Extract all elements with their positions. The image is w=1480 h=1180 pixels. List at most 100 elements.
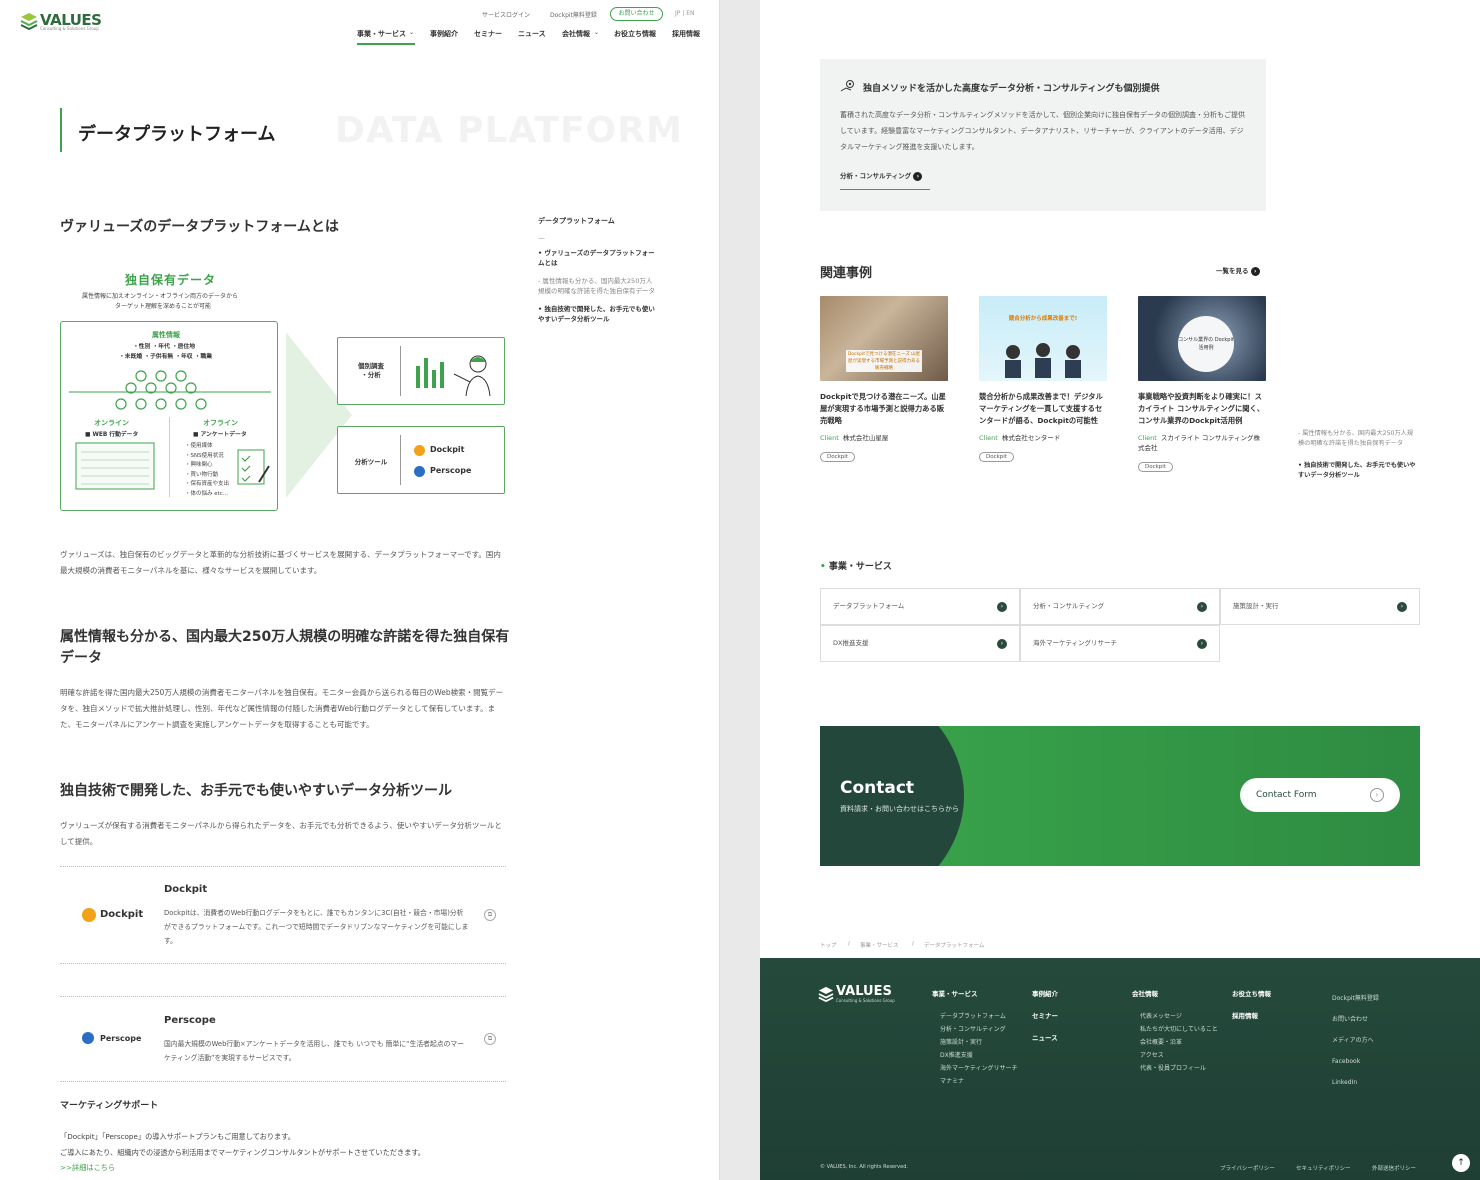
tool-logo-text: Dockpit — [100, 909, 144, 920]
service-link[interactable]: 海外マーケティングリサーチ › — [1020, 625, 1220, 662]
service-link[interactable]: データプラットフォーム › — [820, 588, 1020, 625]
footer-heading[interactable]: 採用情報 — [1232, 1010, 1271, 1020]
tool-description: 国内最大規模のWeb行動×アンケートデータを活用し、誰でも いつでも 簡単に“生… — [164, 1040, 464, 1062]
nav-item-recruit[interactable]: 採用情報 — [672, 29, 700, 39]
arrow-right-icon: › — [1250, 266, 1260, 276]
external-link-icon[interactable]: ⧉ — [484, 909, 496, 921]
data-box: 属性情報 ・性別 ・年代 ・居住地 ・未既婚 ・子供有無 ・年収 ・職業 オンラ… — [60, 321, 278, 511]
footer-link[interactable]: 代表・役員プロフィール — [1140, 1062, 1218, 1075]
tool-label: Perscope — [430, 466, 472, 475]
footer-link[interactable]: Dockpit無料登録 — [1332, 988, 1379, 1009]
footer-heading[interactable]: 会社情報 — [1132, 988, 1218, 998]
dockpit-register-link[interactable]: Dockpit無料登録 — [550, 10, 597, 19]
back-to-top-button[interactable]: ↑ — [1452, 1154, 1470, 1172]
clipboard-icon — [237, 449, 270, 485]
data-diagram: 独自保有データ 属性情報に加えオンライン・オフライン両方のデータから ターゲット… — [60, 268, 510, 518]
service-link[interactable]: 分析・コンサルティング › — [1020, 588, 1220, 625]
header-contact-button[interactable]: お問い合わせ — [610, 7, 663, 21]
service-link[interactable]: 施策設計・実行 › — [1220, 588, 1420, 625]
footer-logo-text[interactable]: VALUES — [836, 984, 892, 999]
footer-heading[interactable]: ニュース — [1032, 1032, 1058, 1042]
tool-row-dockpit[interactable]: Dockpit Dockpit Dockpitは、消費者のWeb行動ログデータを… — [60, 866, 506, 964]
tool-name: Perscope — [164, 1015, 216, 1026]
nav-item-seminar[interactable]: セミナー — [474, 29, 502, 39]
perscope-logo-icon — [414, 466, 425, 477]
footer-link[interactable]: メディアの方へ — [1332, 1030, 1379, 1051]
footer-link[interactable]: Facebook — [1332, 1051, 1379, 1072]
nav-item-resources[interactable]: お役立ち情報 — [614, 29, 656, 39]
box-label: 分析ツール — [354, 458, 388, 466]
service-login-link[interactable]: サービスログイン — [482, 10, 530, 19]
language-switch[interactable]: JP | EN — [675, 10, 695, 17]
footer-link[interactable]: DX推進支援 — [940, 1049, 1018, 1062]
nav-item-cases[interactable]: 事例紹介 — [430, 29, 458, 39]
support-detail-link[interactable]: >>詳細はこちら — [60, 1163, 115, 1173]
online-item: ■ WEB 行動データ — [85, 432, 139, 438]
consulting-heading: 独自メソッドを活かした高度なデータ分析・コンサルティングも個別提供 — [863, 84, 1160, 94]
contact-form-button[interactable]: Contact Form › — [1240, 778, 1400, 812]
case-card[interactable]: Dockpitで見つける潜在ニーズ 山星屋が実現する市場予測と説得力ある販売戦略… — [820, 296, 948, 462]
nav-item-company[interactable]: 会社情報 — [562, 29, 590, 39]
breadcrumb-home[interactable]: トップ — [820, 941, 837, 949]
attribute-line: ・性別 ・年代 ・居住地 — [133, 344, 196, 350]
breadcrumb-separator: / — [912, 941, 914, 947]
footer-link[interactable]: 海外マーケティングリサーチ — [940, 1062, 1018, 1075]
page-bottom-section: 独自メソッドを活かした高度なデータ分析・コンサルティングも個別提供 蓄積された高… — [760, 0, 1480, 1180]
footer-col-cases: 事例紹介 セミナー ニュース — [1032, 988, 1058, 1054]
nav-active-underline — [357, 43, 415, 45]
arrow-right-icon: › — [997, 602, 1007, 612]
values-logo-icon[interactable] — [818, 986, 834, 1002]
service-link[interactable]: DX推進支援 › — [820, 625, 1020, 662]
cases-more-link[interactable]: 一覧を見る › — [1216, 265, 1260, 276]
tool-row-perscope[interactable]: Perscope Perscope 国内最大規模のWeb行動×アンケートデータを… — [60, 996, 506, 1082]
gear-hand-icon — [840, 80, 854, 92]
footer-link[interactable]: 分析・コンサルティング — [940, 1023, 1018, 1036]
attribute-title: 属性情報 — [152, 331, 180, 339]
breadcrumb-services[interactable]: 事業・サービス — [860, 941, 899, 949]
case-tag[interactable]: Dockpit — [820, 452, 855, 462]
nav-item-news[interactable]: ニュース — [518, 29, 546, 39]
footer-link[interactable]: LinkedIn — [1332, 1072, 1379, 1093]
footer-link[interactable]: お問い合わせ — [1332, 1009, 1379, 1030]
toc-item[interactable]: • 独自技術で開発した、お手元でも使いやすいデータ分析ツール — [1298, 461, 1418, 481]
chevron-down-icon: ⌄ — [409, 29, 415, 36]
page-top-section: VALUES Consulting & Solutions Group サービス… — [0, 0, 720, 1180]
footer-link[interactable]: データプラットフォーム — [940, 1010, 1018, 1023]
footer-link[interactable]: マナミナ — [940, 1075, 1018, 1088]
case-tag[interactable]: Dockpit — [979, 452, 1014, 462]
footer-heading[interactable]: 事例紹介 — [1032, 988, 1058, 998]
consulting-link[interactable]: 分析・コンサルティング › — [840, 170, 930, 190]
policy-link[interactable]: 外部送信ポリシー — [1372, 1164, 1416, 1172]
case-card[interactable]: コンサル業界の Dockpit活用例 事業戦略や投資判断をより確実に！スカイライ… — [1138, 296, 1266, 472]
case-card[interactable]: 競合分析から成果改善まで! 競合分析から成果改善まで！デジタルマーケティングを一… — [979, 296, 1107, 462]
footer-link[interactable]: 会社概要・沿革 — [1140, 1036, 1218, 1049]
chevron-down-icon: ⌄ — [594, 29, 600, 36]
policy-link[interactable]: セキュリティポリシー — [1296, 1164, 1351, 1172]
case-title: 事業戦略や投資判断をより確実に！スカイライト コンサルティングに聞く、コンサル業… — [1138, 392, 1265, 425]
case-tag[interactable]: Dockpit — [1138, 462, 1173, 472]
arrow-right-icon: › — [913, 171, 923, 181]
policy-link[interactable]: プライバシーポリシー — [1220, 1164, 1275, 1172]
toc-item[interactable]: - 属性情報も分かる、国内最大250万人規模の明確な許諾を得た独自保有データ — [538, 276, 658, 296]
footer-heading[interactable]: お役立ち情報 — [1232, 988, 1271, 998]
toc-item[interactable]: • 独自技術で開発した、お手元でも使いやすいデータ分析ツール — [538, 304, 658, 324]
footer-link[interactable]: 施策設計・実行 — [940, 1036, 1018, 1049]
footer-heading[interactable]: セミナー — [1032, 1010, 1058, 1020]
nav-item-services[interactable]: 事業・サービス — [357, 29, 406, 39]
offline-item: ■ アンケートデータ — [193, 432, 247, 438]
footer-heading[interactable]: 事業・サービス — [932, 988, 1018, 998]
section-heading-tools: 独自技術で開発した、お手元でも使いやすいデータ分析ツール — [60, 783, 452, 799]
tools-box: 分析ツール Dockpit Perscope — [337, 426, 505, 494]
perscope-logo-icon — [82, 1032, 94, 1044]
footer-link[interactable]: 代表メッセージ — [1140, 1010, 1218, 1023]
case-client: Client スカイライト コンサルティング株式会社 — [1138, 434, 1261, 452]
external-link-icon[interactable]: ⧉ — [484, 1033, 496, 1045]
services-heading: • 事業・サービス — [820, 562, 892, 572]
toc-item[interactable]: • ヴァリューズのデータプラットフォームとは — [538, 248, 658, 268]
footer-link[interactable]: 私たちが大切にしていること — [1140, 1023, 1218, 1036]
arrow-right-icon: › — [997, 639, 1007, 649]
thumbnail-caption: 競合分析から成果改善まで! — [1008, 316, 1078, 322]
toc-item[interactable]: - 属性情報も分かる、国内最大250万人規模の明確な許諾を得た独自保有データ — [1298, 429, 1418, 449]
values-logo-icon[interactable] — [20, 12, 38, 30]
footer-link[interactable]: アクセス — [1140, 1049, 1218, 1062]
